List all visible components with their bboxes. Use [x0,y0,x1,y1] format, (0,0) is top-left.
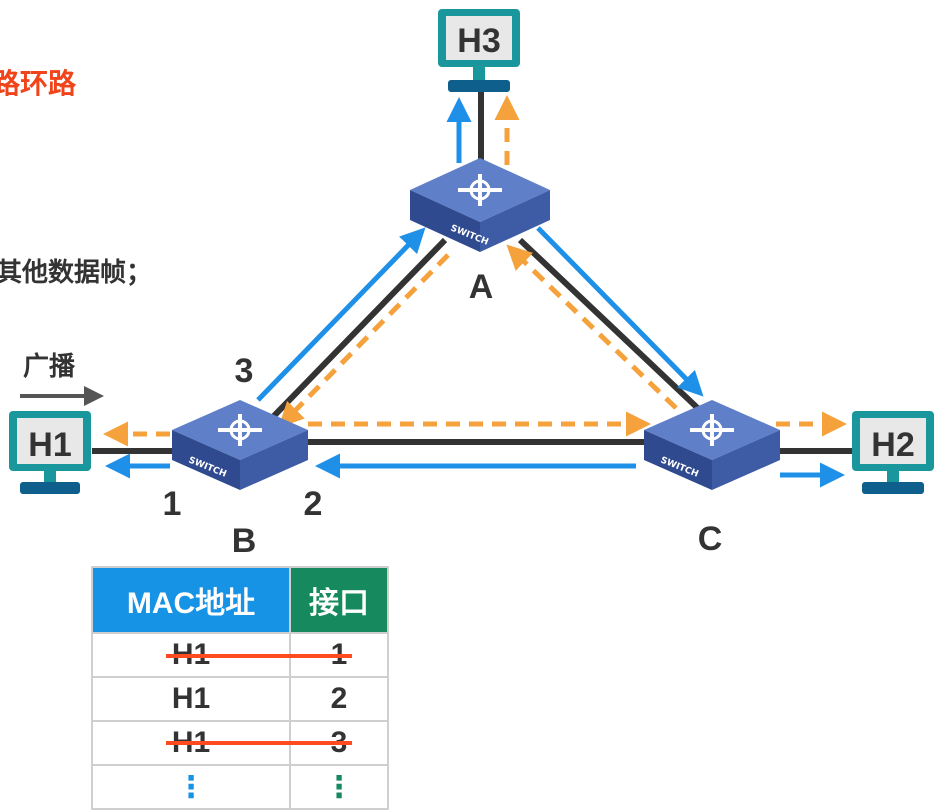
switch-label-a: A [469,268,494,306]
switch-c: SWITCH [644,400,780,490]
link-a-b [267,237,448,423]
host-h3: H3 [438,9,520,92]
switch-label-c: C [698,520,723,558]
orange-arrow-c-to-a [506,244,678,410]
cell-port: 2 [289,676,389,722]
link-a-c [517,237,708,418]
blue-arrow-a-to-c [536,226,704,397]
switch-label-b: B [232,522,257,560]
switch-a: SWITCH [410,158,550,252]
orange-arrows [103,95,847,447]
switch-b: SWITCH [172,400,308,490]
cell-port: ⋮ [289,764,389,810]
blue-arrow-b-to-a [256,227,426,402]
mac-address-table: MAC地址 接口 H1 1 H1 2 H1 3 ⋮ ⋮ [91,566,389,810]
port-label-3: 3 [235,352,254,390]
port-label-2: 2 [304,485,323,523]
table-row: ⋮ ⋮ [91,764,389,810]
header-mac: MAC地址 [91,566,291,634]
cell-mac: H1 [91,676,291,722]
strike-line-row1 [166,654,352,658]
host-h1: H1 [9,411,91,494]
host-h2: H2 [852,411,934,494]
cell-mac: ⋮ [91,764,291,810]
port-label-1: 1 [163,485,182,523]
svg-text:H3: H3 [457,22,500,60]
svg-text:H1: H1 [28,426,71,464]
svg-text:H2: H2 [871,426,914,464]
table-row: H1 2 [91,676,389,722]
strike-line-row3 [166,741,352,745]
orange-arrow-a-to-b [278,253,450,428]
header-port: 接口 [289,566,389,634]
